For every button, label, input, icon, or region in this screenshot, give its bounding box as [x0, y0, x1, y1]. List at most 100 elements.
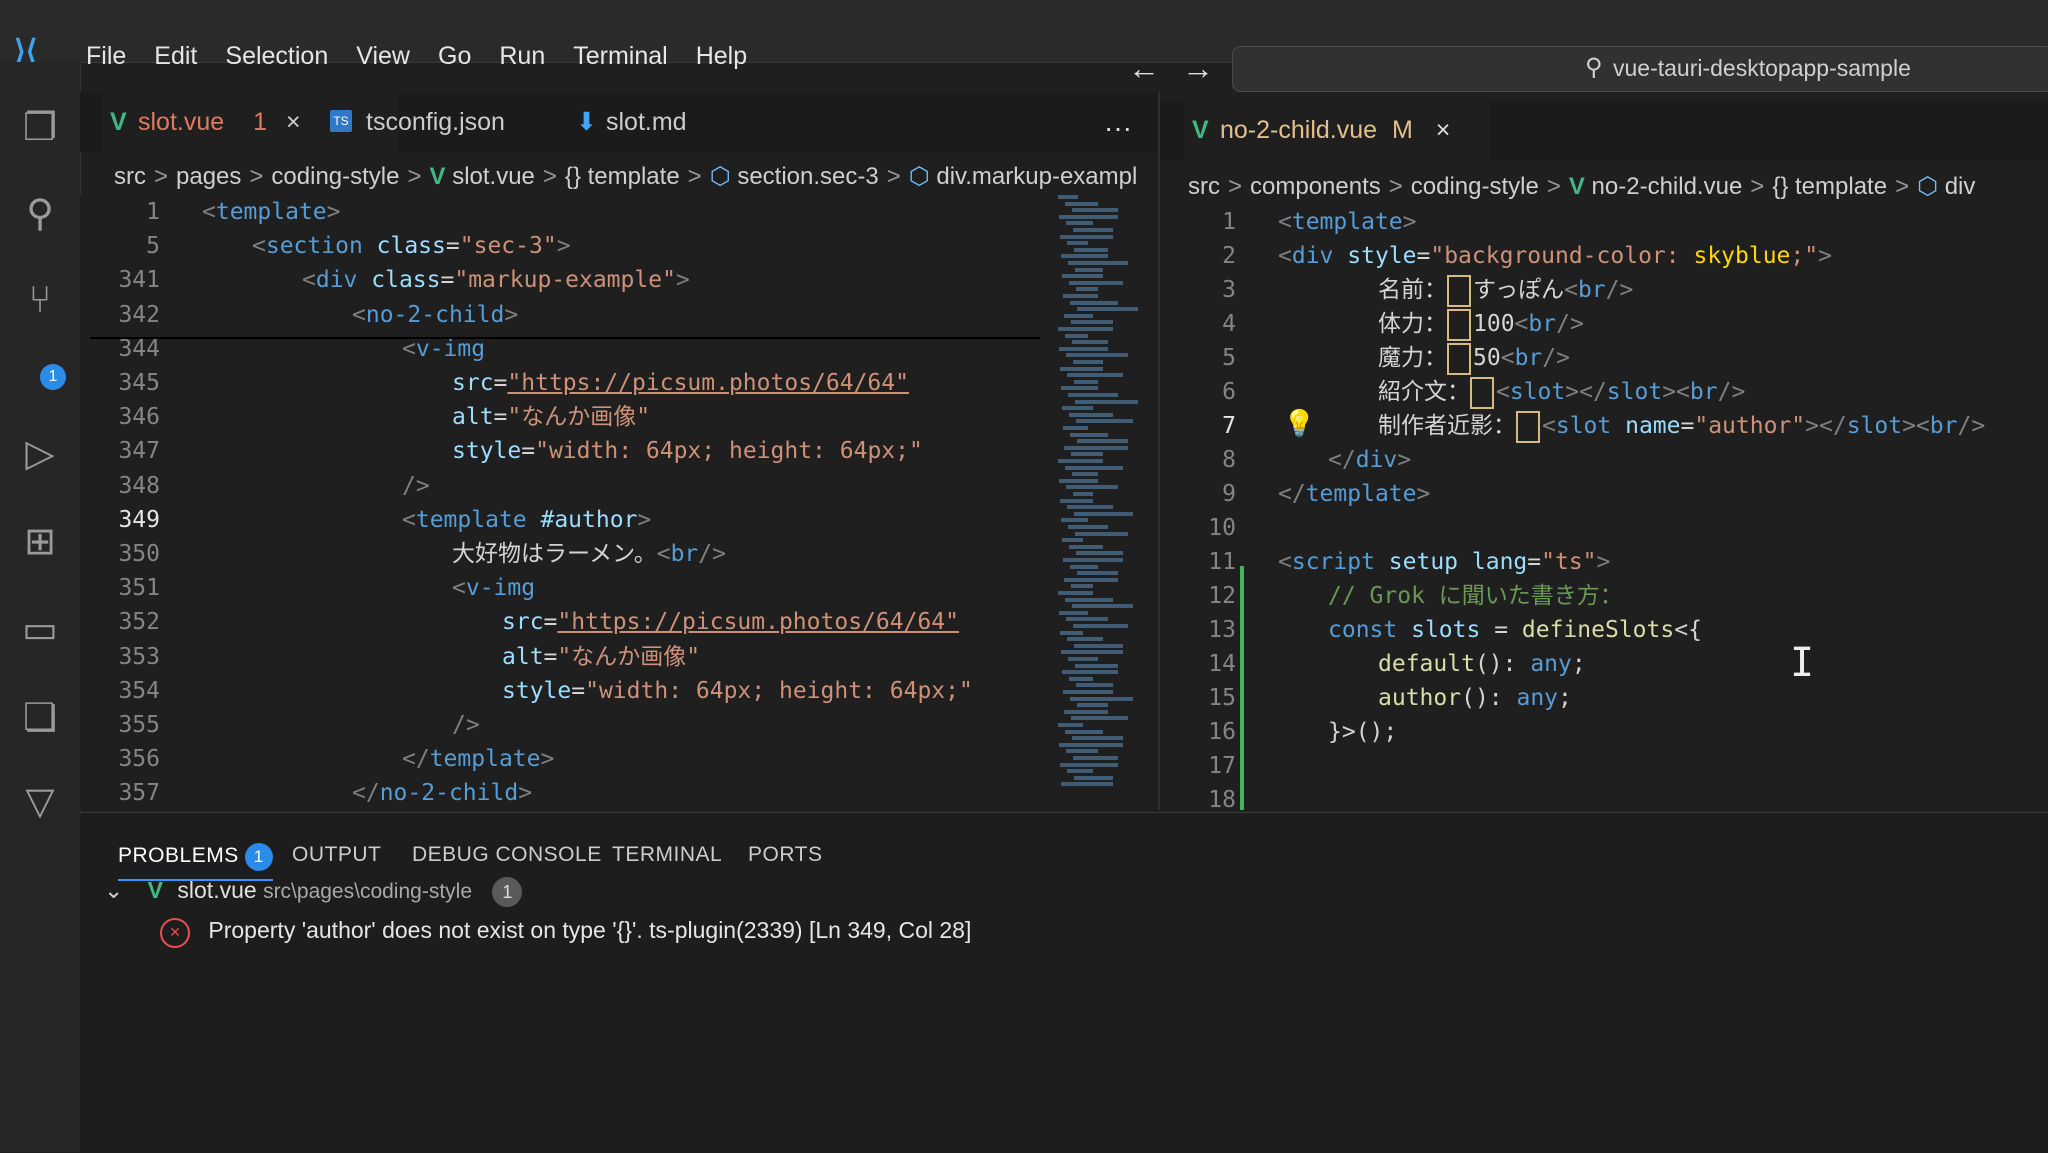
code-line[interactable]: 17 [1160, 749, 2048, 783]
breadcrumb-item[interactable]: section.sec-3 [737, 163, 878, 190]
vue-icon[interactable]: ▽ [18, 780, 62, 824]
breadcrumb-item[interactable]: div [1945, 173, 1976, 200]
editor-right[interactable]: 1 <template> 2 <div style="background-color… [1160, 205, 2048, 810]
breadcrumb-item[interactable]: coding-style [271, 163, 399, 190]
code-line[interactable]: 4 体力： 100<br/> [1160, 307, 2048, 341]
menu-item-go[interactable]: Go [424, 42, 485, 71]
remote-explorer-icon[interactable]: ▭ [18, 608, 62, 652]
code-line[interactable]: 341 <div class="markup-example"> [80, 263, 1130, 297]
symbol-icon: ⬡ [1917, 173, 1945, 200]
command-center-search[interactable]: ⚲ vue-tauri-desktopapp-sample [1232, 46, 2048, 92]
breadcrumb-separator: > [886, 163, 901, 190]
code-line[interactable]: 345 src="https://picsum.photos/64/64" [80, 366, 1130, 400]
breadcrumb-item[interactable]: no-2-child.vue [1592, 173, 1743, 200]
code-token: any [1530, 651, 1572, 677]
breadcrumb-item[interactable]: coding-style [1411, 173, 1539, 200]
code-line[interactable]: 14 default(): any; [1160, 647, 2048, 681]
whitespace-highlight [1447, 342, 1471, 375]
code-line[interactable]: 349 <template #author> [80, 503, 1130, 537]
tab-problems[interactable]: PROBLEMS 1 [118, 843, 273, 881]
code-line[interactable]: 15 author(): any; [1160, 681, 2048, 715]
tab-tsconfig-json[interactable]: TS tsconfig.json [330, 92, 596, 152]
extensions-icon[interactable]: ⊞ [18, 520, 62, 564]
chevron-down-icon[interactable]: ⌄ [104, 877, 123, 903]
menu-item-terminal[interactable]: Terminal [559, 42, 681, 71]
code-line[interactable]: 1 <template> [1160, 205, 2048, 239]
problem-file-row[interactable]: ⌄ V slot.vue src\pages\coding-style 1 [104, 877, 523, 907]
minimap-line [1060, 762, 1118, 767]
menu-item-selection[interactable]: Selection [211, 42, 342, 71]
minimap-line [1065, 597, 1113, 602]
code-line[interactable]: 1 <template> [80, 195, 1130, 229]
breadcrumb-item[interactable]: slot.vue [452, 163, 535, 190]
code-line[interactable]: 348 /> [80, 469, 1130, 503]
search-icon[interactable]: ⚲ [18, 192, 62, 236]
code-line[interactable]: 5 魔力： 50<br/> [1160, 341, 2048, 375]
tab-ports[interactable]: PORTS [748, 843, 822, 867]
tab-slot-md[interactable]: ⬇ slot.md [570, 92, 806, 152]
code-content: /> [402, 469, 430, 503]
menu-item-view[interactable]: View [342, 42, 424, 71]
source-control-icon[interactable]: ⑂ [18, 278, 62, 322]
tab-no-2-child-vue[interactable]: V no-2-child.vue M × [1184, 100, 1490, 160]
tab-output[interactable]: OUTPUT [292, 843, 381, 867]
minimap-line [1062, 406, 1093, 411]
menu-item-help[interactable]: Help [682, 42, 761, 71]
code-line[interactable]: 2 <div style="background-color: skyblue;"… [1160, 239, 2048, 273]
editor-left[interactable]: 1 <template> 5 <section class="sec-3"> 341 <d… [80, 195, 1130, 810]
menu-item-edit[interactable]: Edit [140, 42, 211, 71]
code-line[interactable]: 350 大好物はラーメン。<br/> [80, 537, 1130, 571]
code-line[interactable]: 5 <section class="sec-3"> [80, 229, 1130, 263]
code-line[interactable]: 346 alt="なんか画像" [80, 400, 1130, 434]
explorer-icon[interactable]: ❐ [18, 106, 62, 150]
code-line[interactable]: 356 </template> [80, 742, 1130, 776]
breadcrumb-item[interactable]: src [114, 163, 146, 190]
run-debug-icon[interactable]: ▷ [18, 432, 62, 476]
tab-terminal[interactable]: TERMINAL [612, 843, 722, 867]
breadcrumb-item[interactable]: pages [176, 163, 241, 190]
breadcrumb-item[interactable]: src [1188, 173, 1220, 200]
line-number: 16 [1208, 719, 1236, 745]
code-line[interactable]: 352 src="https://picsum.photos/64/64" [80, 605, 1130, 639]
back-arrow-icon[interactable]: ← [1128, 50, 1160, 87]
lightbulb-icon[interactable]: 💡 [1283, 408, 1315, 439]
code-line[interactable]: 354 style="width: 64px; height: 64px;" [80, 674, 1130, 708]
code-line[interactable]: 18 [1160, 783, 2048, 810]
forward-arrow-icon[interactable]: → [1182, 50, 1214, 87]
code-line[interactable]: 353 alt="なんか画像" [80, 640, 1130, 674]
code-line[interactable]: 6 紹介文： <slot></slot><br/> [1160, 375, 2048, 409]
code-token: /> [1542, 345, 1570, 371]
code-line[interactable]: 3 名前： すっぽん<br/> [1160, 273, 2048, 307]
minimap[interactable] [1058, 195, 1138, 810]
menu-item-run[interactable]: Run [485, 42, 559, 71]
code-token: > [1397, 447, 1412, 473]
close-icon[interactable]: × [1436, 116, 1451, 144]
more-actions-icon[interactable]: ··· [1104, 112, 1132, 144]
problem-item[interactable]: × Property 'author' does not exist on ty… [160, 917, 971, 948]
close-icon[interactable]: × [286, 108, 301, 136]
code-line[interactable]: 351 <v-img [80, 571, 1130, 605]
code-line[interactable]: 9 </template> [1160, 477, 2048, 511]
code-token: }>(); [1328, 719, 1398, 745]
code-line[interactable]: 12 // Grok に聞いた書き方： [1160, 579, 2048, 613]
menu-item-file[interactable]: File [72, 42, 140, 71]
code-line[interactable]: 355 /> [80, 708, 1130, 742]
breadcrumb-item[interactable]: {} template [1772, 173, 1887, 200]
line-number: 1 [146, 199, 160, 225]
breadcrumb-item[interactable]: components [1250, 173, 1381, 200]
code-line[interactable]: 347 style="width: 64px; height: 64px;" [80, 434, 1130, 468]
code-line[interactable]: 357 </no-2-child> [80, 776, 1130, 810]
breadcrumb-item[interactable]: {} template [565, 163, 680, 190]
code-line[interactable]: 8 </div> [1160, 443, 2048, 477]
breadcrumb-item[interactable]: div.markup-exampl [936, 163, 1137, 190]
code-line[interactable]: 11 <script setup lang="ts"> [1160, 545, 2048, 579]
code-line[interactable]: 13 const slots = defineSlots<{ [1160, 613, 2048, 647]
code-line[interactable]: 10 [1160, 511, 2048, 545]
tab-debug-console[interactable]: DEBUG CONSOLE [412, 843, 602, 867]
code-line[interactable]: 16 }>(); [1160, 715, 2048, 749]
code-content: <template #author> [402, 503, 651, 537]
copy-stack-icon[interactable]: ❏ [18, 696, 62, 740]
code-token: "https://picsum.photos/64/64" [507, 370, 909, 396]
code-line[interactable]: 342 <no-2-child> [80, 298, 1130, 332]
code-content: src="https://picsum.photos/64/64" [452, 366, 909, 400]
